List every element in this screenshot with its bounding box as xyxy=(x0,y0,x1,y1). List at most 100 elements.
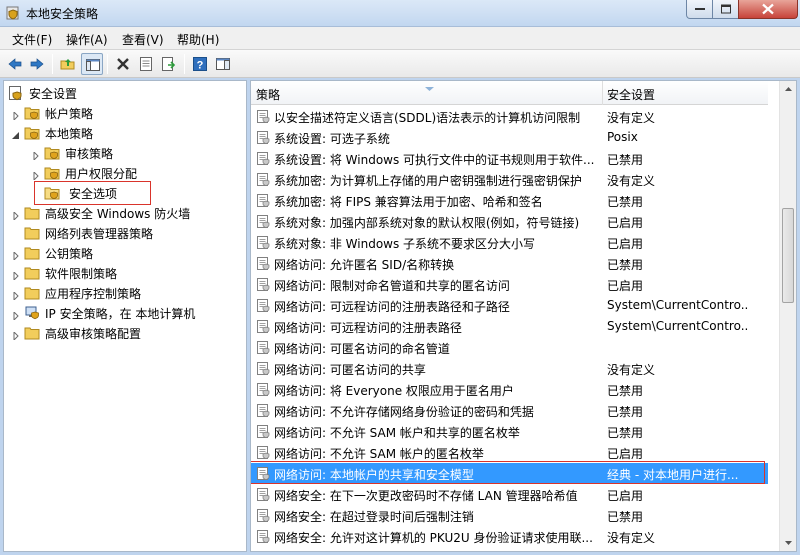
expand-arrow-icon[interactable] xyxy=(12,329,20,342)
policy-row[interactable]: 网络访问: 将 Everyone 权限应用于匿名用户 已禁用 xyxy=(251,379,768,400)
policy-row[interactable]: 网络访问: 允许匿名 SID/名称转换 已禁用 xyxy=(251,253,768,274)
column-divider[interactable] xyxy=(602,81,603,105)
annotation-highlight-box xyxy=(34,181,151,205)
policy-row[interactable]: 网络访问: 不允许 SAM 帐户的匿名枚举 已启用 xyxy=(251,442,768,463)
scroll-up-button[interactable] xyxy=(780,81,796,98)
policy-row[interactable]: 网络安全: 在超过登录时间后强制注销 已禁用 xyxy=(251,505,768,526)
policy-row[interactable]: 系统对象: 非 Windows 子系统不要求区分大小写 已启用 xyxy=(251,232,768,253)
policy-setting: 没有定义 xyxy=(607,363,656,377)
policy-item-icon xyxy=(256,109,271,124)
column-header-setting[interactable]: 安全设置 xyxy=(607,86,655,103)
policy-name: 网络访问: 限制对命名管道和共享的匿名访问 xyxy=(274,279,510,293)
policy-row[interactable]: 网络访问: 可匿名访问的共享 没有定义 xyxy=(251,358,768,379)
security-settings-icon xyxy=(8,85,24,101)
console-view-button[interactable] xyxy=(212,53,234,75)
policy-name: 网络访问: 将 Everyone 权限应用于匿名用户 xyxy=(274,384,514,398)
expand-arrow-icon[interactable] xyxy=(32,149,40,162)
policy-item-icon xyxy=(256,445,271,460)
policy-item-icon xyxy=(256,151,271,166)
policy-item-icon xyxy=(256,130,271,145)
policy-row[interactable]: 系统设置: 可选子系统 Posix xyxy=(251,127,768,148)
policy-setting: 已禁用 xyxy=(607,195,644,209)
policy-row[interactable]: 网络访问: 可匿名访问的命名管道 xyxy=(251,337,768,358)
expand-arrow-icon[interactable] xyxy=(12,289,20,302)
expand-arrow-icon[interactable] xyxy=(12,109,20,122)
console-tree: 安全设置 帐户策略 本地策略 审核策略 用户权限分配 安全选项 高级安全 Win… xyxy=(3,80,247,552)
policy-row[interactable]: 系统加密: 将 FIPS 兼容算法用于加密、哈希和签名 已禁用 xyxy=(251,190,768,211)
policy-rows: 以安全描述符定义语言(SDDL)语法表示的计算机访问限制 没有定义 系统设置: 可选… xyxy=(251,106,768,551)
delete-x-icon xyxy=(117,58,129,70)
title-bar: 本地安全策略 xyxy=(0,0,800,27)
security-policy-app-icon xyxy=(5,5,21,21)
policy-name: 网络访问: 不允许 SAM 帐户和共享的匿名枚举 xyxy=(274,426,520,440)
policy-name: 网络访问: 可匿名访问的共享 xyxy=(274,363,426,377)
policy-row[interactable]: 网络安全: 允许对这计算机的 PKU2U 身份验证请求使用联... 没有定义 xyxy=(251,526,768,547)
policy-name: 网络访问: 不允许存储网络身份验证的密码和凭据 xyxy=(274,405,534,419)
collapse-arrow-icon[interactable] xyxy=(12,129,20,139)
close-button[interactable] xyxy=(738,0,798,19)
policy-row[interactable]: 以安全描述符定义语言(SDDL)语法表示的计算机访问限制 没有定义 xyxy=(251,106,768,127)
policy-row[interactable]: 系统对象: 加强内部系统对象的默认权限(例如，符号链接) 已启用 xyxy=(251,211,768,232)
vertical-scrollbar[interactable] xyxy=(779,81,796,551)
scroll-down-button[interactable] xyxy=(780,534,796,551)
policy-setting: 没有定义 xyxy=(607,531,656,545)
policy-row[interactable]: 网络访问: 不允许 SAM 帐户和共享的匿名枚举 已禁用 xyxy=(251,421,768,442)
policy-row[interactable]: 系统设置: 将 Windows 可执行文件中的证书规则用于软件... 已禁用 xyxy=(251,148,768,169)
policy-name: 网络访问: 可远程访问的注册表路径 xyxy=(274,321,462,335)
policy-setting: 已禁用 xyxy=(607,153,644,167)
show-hide-tree-button[interactable] xyxy=(81,53,103,75)
forward-button[interactable] xyxy=(26,53,48,75)
tree-item-label: 用户权限分配 xyxy=(65,167,138,181)
policy-setting: 已禁用 xyxy=(607,405,644,419)
maximize-button[interactable] xyxy=(712,0,739,19)
policy-row[interactable]: 网络安全: 在下一次更改密码时不存储 LAN 管理器哈希值 已启用 xyxy=(251,484,768,505)
policy-row[interactable]: 系统加密: 为计算机上存储的用户密钥强制进行强密钥保护 没有定义 xyxy=(251,169,768,190)
menu-file[interactable]: 文件(F) xyxy=(12,31,52,48)
policy-row[interactable]: 网络访问: 可远程访问的注册表路径 System\CurrentContro... xyxy=(251,316,768,337)
tree-item-label: 高级审核策略配置 xyxy=(45,327,142,341)
policy-item-icon xyxy=(256,529,271,544)
policy-row[interactable]: 网络访问: 限制对命名管道和共享的匿名访问 已启用 xyxy=(251,274,768,295)
menu-view[interactable]: 查看(V) xyxy=(122,31,164,48)
policy-name: 以安全描述符定义语言(SDDL)语法表示的计算机访问限制 xyxy=(274,111,581,125)
up-level-button[interactable] xyxy=(57,53,79,75)
folder-icon xyxy=(24,225,40,241)
menu-action[interactable]: 操作(A) xyxy=(66,31,108,48)
tree-item-label: 审核策略 xyxy=(65,147,114,161)
policy-name: 网络安全: 在超过登录时间后强制注销 xyxy=(274,510,474,524)
expand-arrow-icon[interactable] xyxy=(12,249,20,262)
policy-setting: 已启用 xyxy=(607,489,644,503)
expand-arrow-icon[interactable] xyxy=(12,269,20,282)
policy-item-icon xyxy=(256,319,271,334)
policy-item-icon xyxy=(256,361,271,376)
expand-arrow-icon[interactable] xyxy=(12,209,20,222)
folder-icon xyxy=(24,265,40,281)
policy-row[interactable]: 网络访问: 可远程访问的注册表路径和子路径 System\CurrentContr… xyxy=(251,295,768,316)
policy-item-icon xyxy=(256,172,271,187)
policy-name: 系统对象: 非 Windows 子系统不要求区分大小写 xyxy=(274,237,536,251)
scroll-thumb[interactable] xyxy=(782,208,794,303)
folder-icon xyxy=(24,205,40,221)
expand-arrow-icon[interactable] xyxy=(12,309,20,322)
svg-text:?: ? xyxy=(197,60,204,72)
expand-arrow-icon[interactable] xyxy=(32,169,40,182)
back-button[interactable] xyxy=(4,53,26,75)
properties-icon xyxy=(140,57,152,71)
policy-item-icon xyxy=(256,193,271,208)
export-list-button[interactable] xyxy=(158,53,180,75)
tree-item-label: 软件限制策略 xyxy=(45,267,118,281)
policy-item-icon xyxy=(256,277,271,292)
tree-item-label: 网络列表管理器策略 xyxy=(45,227,154,241)
forward-arrow-icon xyxy=(30,58,44,70)
tree-item-label: IP 安全策略，在 本地计算机 xyxy=(45,307,196,321)
column-header-policy[interactable]: 策略 xyxy=(256,86,280,103)
properties-button[interactable] xyxy=(135,53,157,75)
delete-button[interactable] xyxy=(112,53,134,75)
policy-row[interactable]: 网络访问: 不允许存储网络身份验证的密码和凭据 已禁用 xyxy=(251,400,768,421)
minimize-button[interactable] xyxy=(686,0,713,19)
menu-help[interactable]: 帮助(H) xyxy=(177,31,219,48)
help-button[interactable]: ? xyxy=(189,53,211,75)
list-header: 策略 安全设置 xyxy=(251,81,768,105)
policy-item-icon xyxy=(256,340,271,355)
policy-item-icon xyxy=(256,487,271,502)
